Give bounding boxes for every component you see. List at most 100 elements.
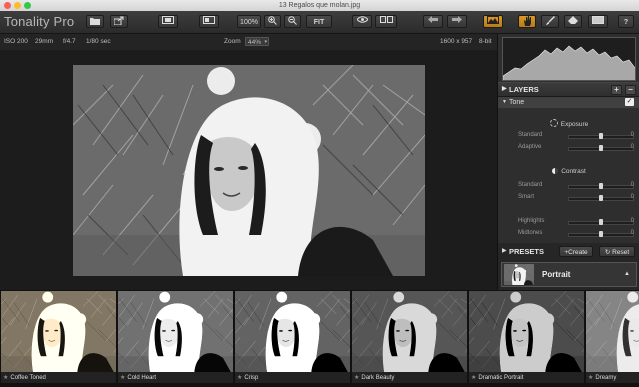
preset-caption: ★ Cold Heart — [118, 373, 233, 383]
preset-preview-image — [586, 291, 639, 372]
preset-label: Dreamy — [595, 375, 617, 381]
brush-icon — [545, 16, 555, 25]
remove-layer-button[interactable]: − — [625, 85, 636, 95]
star-icon[interactable]: ★ — [3, 375, 8, 381]
preset-thumbnail[interactable]: ★ Cold Heart — [118, 291, 233, 383]
zoom-select[interactable]: 44% ▾ — [245, 37, 269, 46]
open-folder-button[interactable] — [86, 15, 104, 28]
preset-caption: ★ Coffee Toned — [1, 373, 116, 383]
preset-thumbnail[interactable]: ★ Dramatic Portrait — [469, 291, 584, 383]
category-name: Portrait — [542, 270, 571, 279]
eraser-icon — [568, 16, 578, 24]
eraser-tool-button[interactable] — [564, 15, 582, 28]
slider-handle[interactable] — [599, 231, 603, 237]
expand-arrow-icon: ▼ — [502, 99, 507, 105]
contrast-icon — [552, 168, 559, 174]
layout-single-button[interactable] — [158, 15, 178, 28]
brush-tool-button[interactable] — [541, 15, 559, 28]
star-icon[interactable]: ★ — [120, 375, 125, 381]
preset-thumbnail[interactable]: ★ Dark Beauty — [352, 291, 467, 383]
redo-arrow-icon — [452, 16, 462, 23]
preset-preview-image — [235, 291, 350, 372]
preset-thumbnail[interactable]: ★ Crisp — [235, 291, 350, 383]
share-button[interactable] — [110, 15, 128, 28]
exposure-standard-value: 0 — [630, 132, 634, 138]
bit-depth: 8-bit — [479, 38, 492, 45]
folder-icon — [90, 18, 100, 25]
help-button[interactable]: ? — [618, 15, 634, 28]
chevron-down-icon: ▾ — [264, 39, 267, 45]
image-dimensions: 1600 x 957 — [440, 38, 473, 45]
zoom-in-button[interactable] — [264, 15, 281, 28]
preset-label: Dramatic Portrait — [478, 375, 524, 381]
contrast-title: Contrast — [561, 168, 586, 175]
hand-tool-button[interactable] — [518, 15, 536, 28]
undo-button[interactable] — [423, 15, 443, 28]
gradient-tool-button[interactable] — [588, 15, 608, 28]
highlights-slider[interactable] — [568, 219, 634, 225]
preview-button[interactable] — [352, 15, 372, 28]
reset-button[interactable]: ↻ Reset — [599, 246, 635, 257]
eye-icon — [356, 16, 368, 23]
preset-caption: ★ Dark Beauty — [352, 373, 467, 383]
layers-section-header[interactable]: ▶ LAYERS + − — [498, 82, 639, 97]
slider-handle[interactable] — [599, 133, 603, 139]
exposure-standard-slider[interactable] — [568, 133, 634, 139]
tone-layer-row[interactable]: ▼ Tone ✓ — [498, 97, 639, 108]
redo-button[interactable] — [447, 15, 467, 28]
tone-layer-checkbox[interactable]: ✓ — [625, 98, 634, 106]
add-layer-button[interactable]: + — [611, 85, 622, 95]
undo-arrow-icon — [428, 16, 438, 23]
preset-category-selector[interactable]: Portrait ▲ — [501, 262, 637, 287]
star-icon[interactable]: ★ — [471, 375, 476, 381]
preset-thumbnail[interactable]: ★ Dreamy — [586, 291, 639, 383]
exposure-title: Exposure — [560, 121, 589, 128]
tone-layer-label: Tone — [509, 99, 525, 106]
exposure-standard-label: Standard — [518, 132, 543, 138]
slider-handle[interactable] — [599, 195, 603, 201]
layout-panel-button[interactable] — [199, 15, 219, 28]
preset-caption: ★ Dramatic Portrait — [469, 373, 584, 383]
contrast-standard-slider[interactable] — [568, 183, 634, 189]
exposure-adaptive-slider[interactable] — [568, 145, 634, 151]
zoom-select-value: 44% — [248, 39, 262, 46]
contrast-section: Contrast — [498, 168, 639, 175]
exposure-adaptive-label: Adaptive — [518, 144, 542, 150]
slider-handle[interactable] — [599, 219, 603, 225]
slider-handle[interactable] — [599, 145, 603, 151]
slider-handle[interactable] — [599, 183, 603, 189]
image-view-button[interactable] — [483, 15, 503, 28]
contrast-smart-slider[interactable] — [568, 195, 634, 201]
highlights-value: 0 — [630, 218, 634, 224]
panel-layout-icon — [203, 16, 215, 24]
window-title: 13 Regalos que molan.jpg — [278, 2, 361, 9]
star-icon[interactable]: ★ — [237, 375, 242, 381]
compare-button[interactable] — [375, 15, 397, 28]
hand-icon — [523, 16, 531, 26]
split-view-icon — [379, 16, 393, 23]
midtones-slider[interactable] — [568, 231, 634, 237]
exposure-adaptive-value: 0 — [630, 144, 634, 150]
presets-section: ▶ PRESETS +Create ↻ Reset Portrait ▲ — [498, 243, 639, 290]
layers-header-label: LAYERS — [509, 85, 539, 94]
share-icon — [114, 16, 124, 25]
image-info-bar: ISO 200 29mm f/4.7 1/80 sec Zoom 44% ▾ 1… — [0, 34, 497, 50]
main-photo — [73, 65, 425, 276]
zoom-out-button[interactable] — [284, 15, 301, 28]
disclosure-triangle-icon: ▶ — [502, 86, 507, 92]
create-preset-button[interactable]: +Create — [559, 246, 593, 257]
exposure-section: Exposure — [498, 119, 639, 128]
star-icon[interactable]: ★ — [588, 375, 593, 381]
star-icon[interactable]: ★ — [354, 375, 359, 381]
app-logo: Tonality Pro — [4, 14, 75, 29]
preset-thumbnail[interactable]: ★ Coffee Toned — [1, 291, 116, 383]
image-canvas[interactable] — [0, 50, 497, 290]
histogram-graph — [502, 45, 636, 80]
fit-button[interactable]: FIT — [306, 15, 332, 28]
presets-header-label: PRESETS — [509, 247, 545, 256]
adjustments-panel: ▶ LAYERS + − ▼ Tone ✓ Exposure Standard … — [497, 34, 639, 290]
zoom-100-button[interactable]: 100% — [237, 15, 261, 28]
preset-label: Cold Heart — [127, 375, 157, 381]
layout-icon — [162, 16, 174, 24]
midtones-value: 0 — [630, 230, 634, 236]
